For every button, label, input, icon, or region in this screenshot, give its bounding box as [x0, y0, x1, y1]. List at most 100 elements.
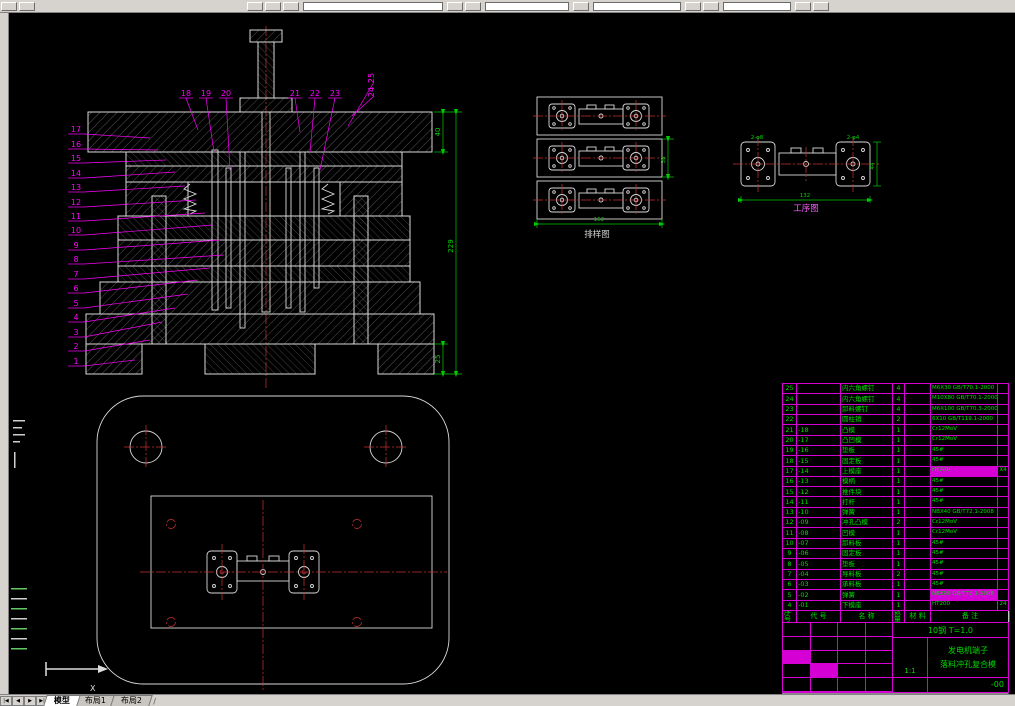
bom-row: 5 -02 弹簧 1 NBX56 GB/T72.1-2008: [782, 590, 1009, 601]
bom-header-cell: 名 称: [841, 610, 893, 622]
toolbar-icon[interactable]: [813, 2, 829, 11]
bom-cell: [905, 425, 931, 435]
bom-table: 25 内六角螺钉 4 M6X30 GB/T70.1-2000 24 内六角螺钉 4 M10X8…: [782, 383, 1010, 623]
layer-combo[interactable]: [303, 2, 443, 11]
bom-cell: 5: [783, 590, 797, 600]
bom-cell: -03: [797, 579, 841, 590]
callout-number: 8: [73, 255, 78, 264]
linetype-combo[interactable]: [723, 2, 791, 11]
toolbar-icon[interactable]: [573, 2, 589, 11]
bom-cell: [998, 549, 1009, 559]
bom-cell: 7: [783, 569, 797, 579]
bom-cell: [905, 600, 931, 610]
callout-number: 17: [71, 125, 81, 134]
toolbar-icon[interactable]: [465, 2, 481, 11]
tab-nav-first-icon[interactable]: |◀: [0, 696, 12, 706]
toolbar-icon[interactable]: [247, 2, 263, 11]
cad-application-window: { "chrome": { "tabs": { "nav": ["|◀", "◀…: [0, 0, 1015, 706]
bom-cell: 20: [783, 435, 797, 445]
bom-cell: 45#: [931, 487, 998, 497]
bom-cell: 卸料板: [841, 538, 893, 548]
bom-cell: M6X100 GB/T70.3-2000: [931, 404, 998, 414]
bom-cell: Cr12MoV: [931, 425, 998, 435]
callout-number: 10: [71, 226, 81, 235]
callout-number: 15: [71, 154, 81, 163]
bom-cell: 25: [783, 384, 797, 394]
bom-cell: 1: [893, 425, 905, 435]
toolbar-icon[interactable]: [283, 2, 299, 11]
bom-cell: [905, 487, 931, 497]
bom-row: 12 -09 冲孔凸模 2 Cr12MoV: [782, 518, 1009, 529]
toolbar-icon[interactable]: [685, 2, 701, 11]
bom-cell: 2: [893, 569, 905, 579]
bom-cell: [905, 518, 931, 528]
bom-cell: 1: [893, 590, 905, 600]
toolbar-icon[interactable]: [1, 2, 17, 11]
signature-cell: [810, 678, 838, 692]
toolbar-icon[interactable]: [265, 2, 281, 11]
bom-cell: 模柄: [841, 476, 893, 487]
bom-cell: 9: [783, 549, 797, 559]
tab-nav-next-icon[interactable]: ▶: [24, 696, 36, 706]
bom-cell: [797, 404, 841, 414]
bom-cell: 垫板: [841, 445, 893, 456]
bom-cell: -10: [797, 507, 841, 518]
bom-cell: [998, 456, 1009, 466]
drawing-number: -00: [927, 678, 1008, 692]
bom-cell: [905, 538, 931, 548]
bom-row: 7 -04 导料板 2 45#: [782, 569, 1009, 580]
tab-nav-prev-icon[interactable]: ◀: [12, 696, 24, 706]
dim-hole-right: 2-φ4: [847, 135, 860, 141]
bom-cell: 18: [783, 456, 797, 466]
bom-cell: [998, 425, 1009, 435]
bom-row: 23 卸料螺钉 4 M6X100 GB/T70.3-2000: [782, 404, 1009, 415]
toolbar-icon[interactable]: [19, 2, 35, 11]
toolbar-icon[interactable]: [447, 2, 463, 11]
bom-cell: [998, 476, 1009, 487]
bom-cell: 45#: [931, 456, 998, 466]
bom-cell: 14: [783, 497, 797, 507]
bom-cell: 1: [893, 476, 905, 487]
bom-cell: [998, 384, 1009, 394]
bom-cell: 导料板: [841, 569, 893, 579]
toolbar-icon[interactable]: [795, 2, 811, 11]
callout-number: 22: [310, 89, 320, 98]
bom-cell: 垫板: [841, 559, 893, 569]
callout-number: 25: [367, 73, 376, 83]
tab-model[interactable]: 模型: [43, 695, 81, 706]
bom-cell: 内六角螺钉: [841, 384, 893, 394]
bom-cell: X4: [998, 466, 1009, 476]
bom-cell: 圆柱销: [841, 414, 893, 425]
bom-cell: -15: [797, 456, 841, 466]
bom-cell: [998, 497, 1009, 507]
bom-cell: 1: [893, 487, 905, 497]
color-combo[interactable]: [593, 2, 681, 11]
tab-layout1-label: 布局1: [84, 696, 106, 705]
bom-cell: -14: [797, 466, 841, 476]
bom-cell: 1: [893, 538, 905, 548]
toolbar-icon[interactable]: [703, 2, 719, 11]
bom-header-cell: 材 料: [905, 610, 931, 622]
layer-state-combo[interactable]: [485, 2, 569, 11]
bom-cell: [797, 414, 841, 425]
bom-cell: [998, 590, 1009, 600]
callout-number: 21: [290, 89, 300, 98]
signature-cell: [838, 623, 866, 637]
bom-cell: HT200: [931, 600, 998, 610]
bom-cell: 45#: [931, 569, 998, 579]
bom-cell: 21: [783, 425, 797, 435]
bom-row: 19 -16 垫板 1 45#: [782, 445, 1009, 457]
bom-row: 11 -08 凹模 1 Cr12MoV: [782, 528, 1009, 539]
bom-cell: 固定板: [841, 456, 893, 466]
bom-cell: [998, 404, 1009, 414]
bom-cell: 6X10 GB/T119.1-2000: [931, 414, 998, 425]
bom-cell: 4: [893, 384, 905, 394]
bom-cell: Cr12MoV: [931, 518, 998, 528]
tab-layout2[interactable]: 布局2: [110, 695, 153, 706]
dim-base-plate: 25: [434, 355, 442, 364]
bom-cell: 1: [893, 579, 905, 590]
bom-cell: 1: [893, 528, 905, 538]
bom-cell: 23: [783, 404, 797, 414]
bom-cell: 打杆: [841, 497, 893, 507]
bom-cell: [998, 528, 1009, 538]
